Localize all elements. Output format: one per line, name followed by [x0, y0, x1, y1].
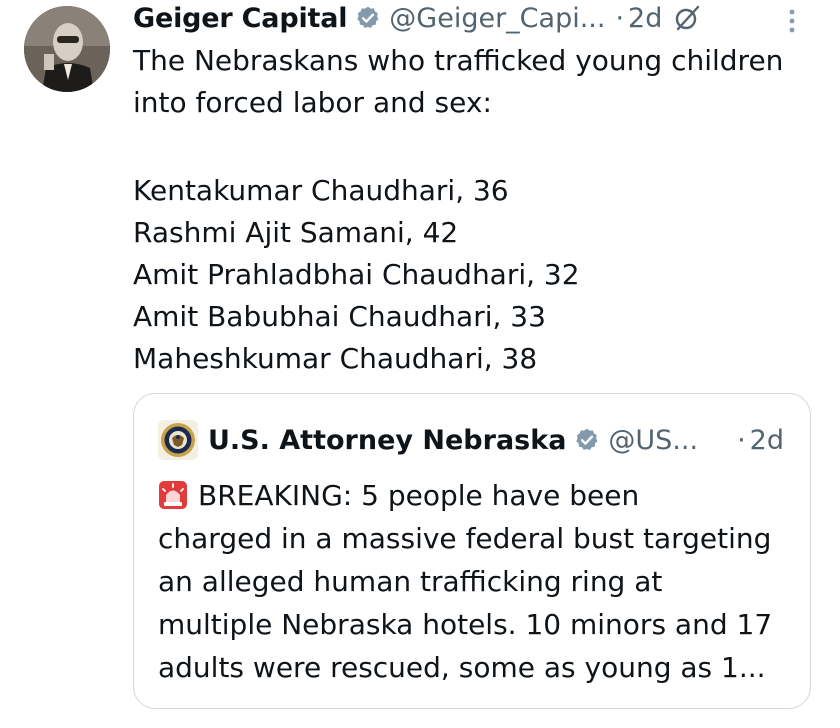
list-item: Maheshkumar Chaudhari, 38 — [133, 342, 538, 375]
edit-icon[interactable] — [672, 3, 702, 33]
list-item: Amit Prahladbhai Chaudhari, 32 — [133, 258, 580, 291]
separator-dot: · — [737, 424, 746, 456]
more-vertical-icon[interactable] — [780, 6, 804, 36]
tweet-name-list: Kentakumar Chaudhari, 36 Rashmi Ajit Sam… — [133, 170, 823, 380]
tweet-header: Geiger Capital @Geiger_Capi... · 2d — [133, 0, 823, 36]
quoted-tweet-header: U.S. Attorney Nebraska @US... — [158, 420, 698, 460]
list-item: Amit Babubhai Chaudhari, 33 — [133, 300, 546, 333]
quoted-tweet[interactable]: U.S. Attorney Nebraska @US... · 2d BREAK… — [133, 393, 811, 709]
verified-badge-icon — [574, 427, 600, 453]
list-item: Kentakumar Chaudhari, 36 — [133, 174, 509, 207]
display-name[interactable]: Geiger Capital — [133, 3, 347, 34]
doj-seal-icon[interactable] — [158, 420, 198, 460]
quoted-handle[interactable]: @US... — [608, 425, 698, 456]
tweet-text-line: The Nebraskans who trafficked young chil… — [133, 44, 784, 77]
quoted-text-line: multiple Nebraska hotels. 10 minors and … — [158, 608, 773, 641]
quoted-first-line: BREAKING: 5 people have been — [198, 479, 640, 512]
quoted-text-line: BREAKING: 5 people have been — [158, 474, 798, 517]
quoted-text-line: an alleged human trafficking ring at — [158, 565, 663, 598]
quoted-time-wrap: · 2d — [737, 420, 784, 460]
tweet[interactable]: Geiger Capital @Geiger_Capi... · 2d The … — [0, 0, 840, 728]
timestamp[interactable]: 2d — [628, 3, 662, 34]
separator-dot: · — [615, 2, 625, 34]
tweet-text-line: into forced labor and sex: — [133, 86, 492, 119]
siren-icon — [158, 479, 188, 509]
quoted-text-line: charged in a massive federal bust target… — [158, 522, 772, 555]
avatar[interactable] — [24, 6, 110, 92]
quoted-timestamp[interactable]: 2d — [750, 425, 784, 456]
verified-badge-icon — [355, 5, 381, 31]
quoted-tweet-text: BREAKING: 5 people have been charged in … — [158, 474, 798, 689]
handle[interactable]: @Geiger_Capi... — [389, 3, 605, 34]
list-item: Rashmi Ajit Samani, 42 — [133, 216, 459, 249]
quoted-display-name[interactable]: U.S. Attorney Nebraska — [208, 425, 566, 456]
quoted-text-line: adults were rescued, some as young as 1.… — [158, 651, 766, 684]
tweet-text: The Nebraskans who trafficked young chil… — [133, 40, 823, 124]
